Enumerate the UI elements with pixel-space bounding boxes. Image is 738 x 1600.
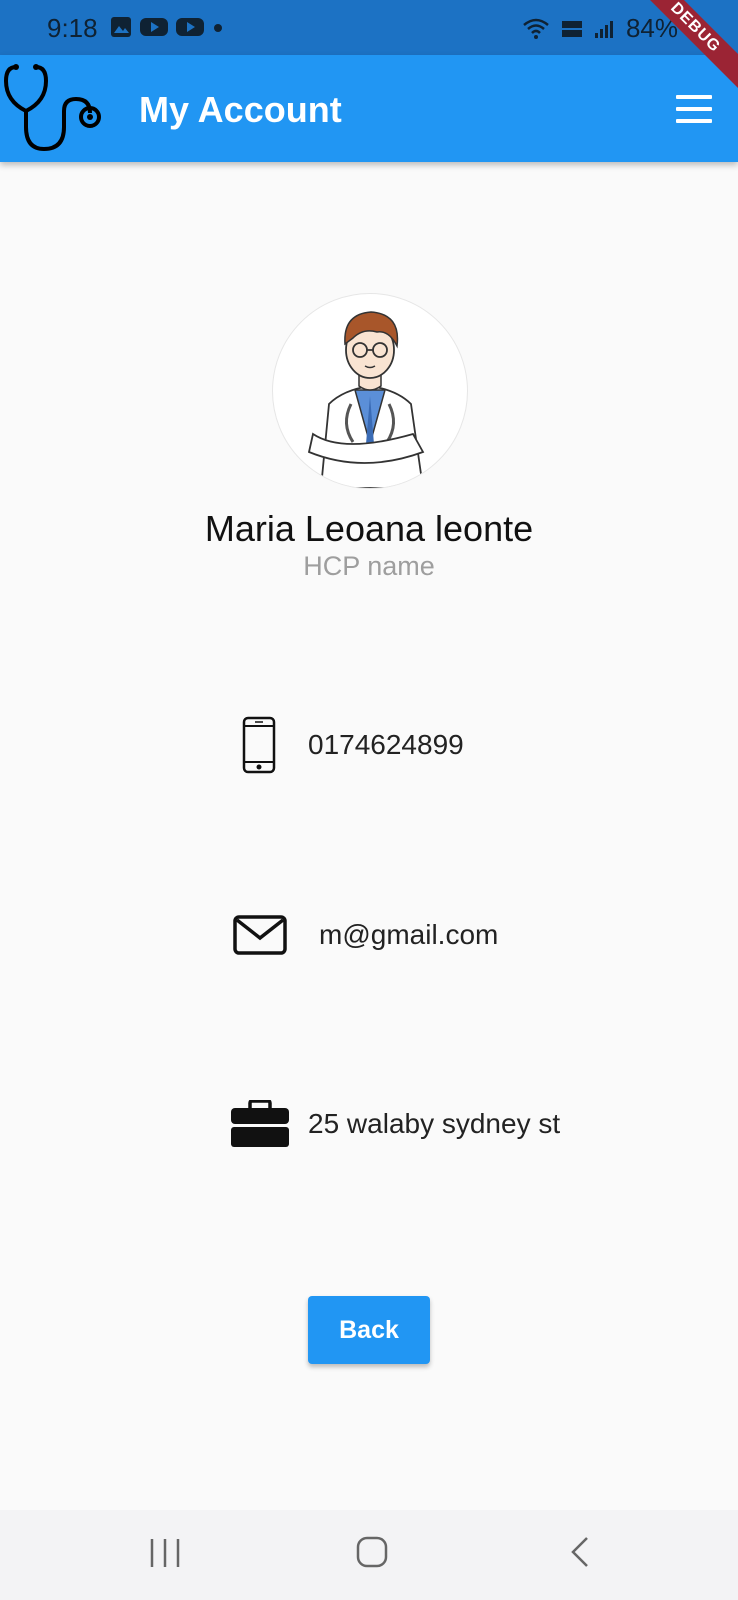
hamburger-menu-icon[interactable] <box>676 95 712 123</box>
status-bar: 9:18 84% <box>0 0 738 55</box>
notification-dot-icon <box>214 24 222 32</box>
stethoscope-icon <box>4 64 101 152</box>
youtube-icon <box>176 18 204 36</box>
avatar <box>272 293 468 489</box>
wifi-icon <box>523 18 549 39</box>
mail-icon <box>233 915 287 955</box>
doctor-illustration <box>307 311 425 488</box>
system-nav-bar <box>0 1510 738 1600</box>
address-row: 25 walaby sydney st <box>230 1100 560 1148</box>
back-nav-icon[interactable] <box>568 1535 592 1569</box>
app-bar: My Account <box>0 55 738 162</box>
back-button[interactable]: Back <box>308 1296 430 1364</box>
email-row: m@gmail.com <box>233 915 498 955</box>
status-system-icons: 84% <box>522 13 678 44</box>
email-address: m@gmail.com <box>319 919 499 950</box>
phone-icon <box>242 716 276 774</box>
briefcase-icon <box>231 1100 289 1147</box>
youtube-icon <box>140 18 168 36</box>
address-text: 25 walaby sydney st <box>308 1108 561 1139</box>
profile-name: Maria Leoana leonte <box>204 508 534 549</box>
page-title: My Account <box>139 89 342 130</box>
phone-number: 0174624899 <box>308 729 464 760</box>
status-notification-icons <box>110 16 224 38</box>
gallery-icon <box>111 17 131 37</box>
status-time: 9:18 <box>47 13 98 43</box>
volte-icon <box>561 20 582 37</box>
home-icon[interactable] <box>355 1535 389 1569</box>
profile-role: HCP name <box>303 551 435 581</box>
recent-apps-icon[interactable] <box>148 1537 182 1569</box>
phone-row: 0174624899 <box>242 716 464 774</box>
signal-icon <box>594 20 613 38</box>
